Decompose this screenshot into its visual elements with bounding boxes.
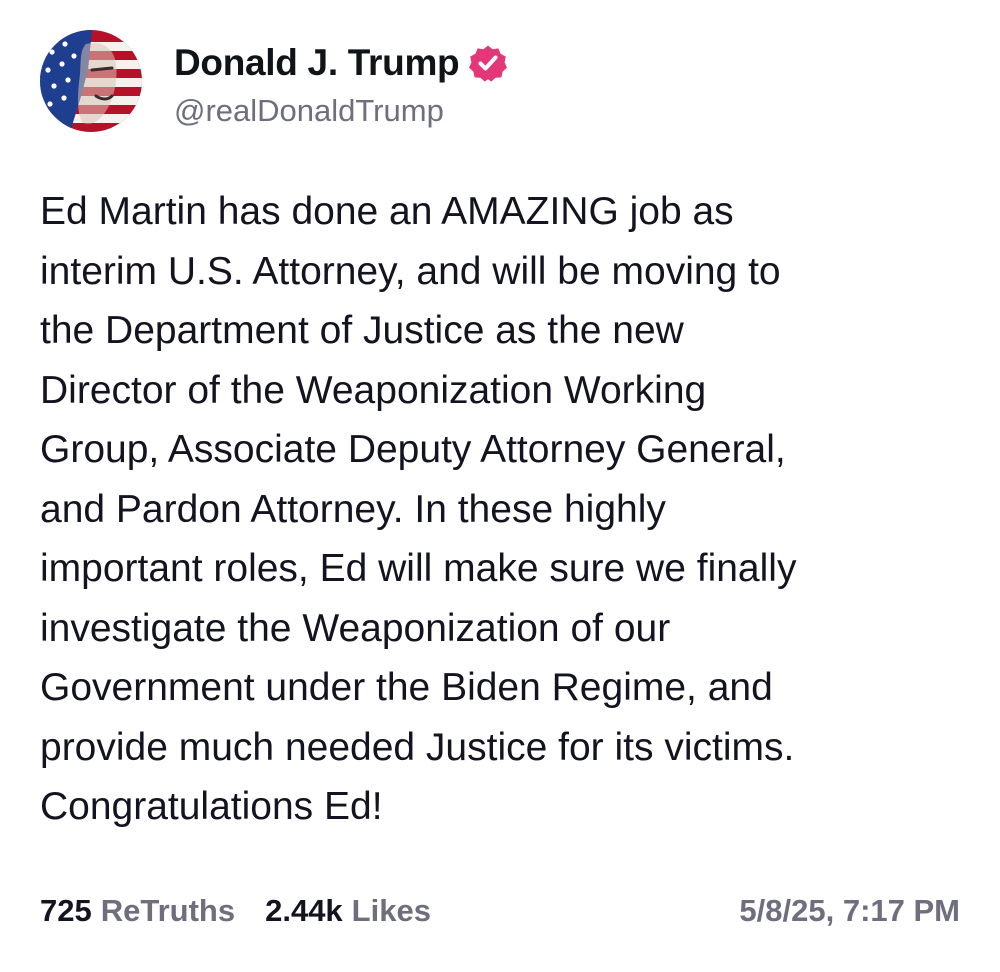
post-text: Ed Martin has done an AMAZING job as int… bbox=[40, 190, 797, 828]
retruths-stat[interactable]: 725 ReTruths bbox=[40, 893, 235, 929]
user-handle[interactable]: @realDonaldTrump bbox=[174, 93, 444, 129]
retruths-count: 725 bbox=[40, 893, 92, 928]
likes-label: Likes bbox=[351, 893, 431, 928]
avatar[interactable] bbox=[40, 30, 142, 132]
post-footer: 725 ReTruths 2.44k Likes 5/8/25, 7:17 PM bbox=[40, 888, 960, 934]
flag-portrait-avatar-icon bbox=[40, 30, 142, 132]
name-row: Donald J. Trump bbox=[174, 40, 508, 86]
likes-stat[interactable]: 2.44k Likes bbox=[265, 893, 431, 929]
verified-badge-icon bbox=[469, 44, 508, 82]
likes-count: 2.44k bbox=[265, 893, 343, 928]
display-name[interactable]: Donald J. Trump bbox=[174, 42, 460, 84]
post-timestamp: 5/8/25, 7:17 PM bbox=[739, 893, 960, 928]
retruths-label: ReTruths bbox=[100, 893, 236, 928]
